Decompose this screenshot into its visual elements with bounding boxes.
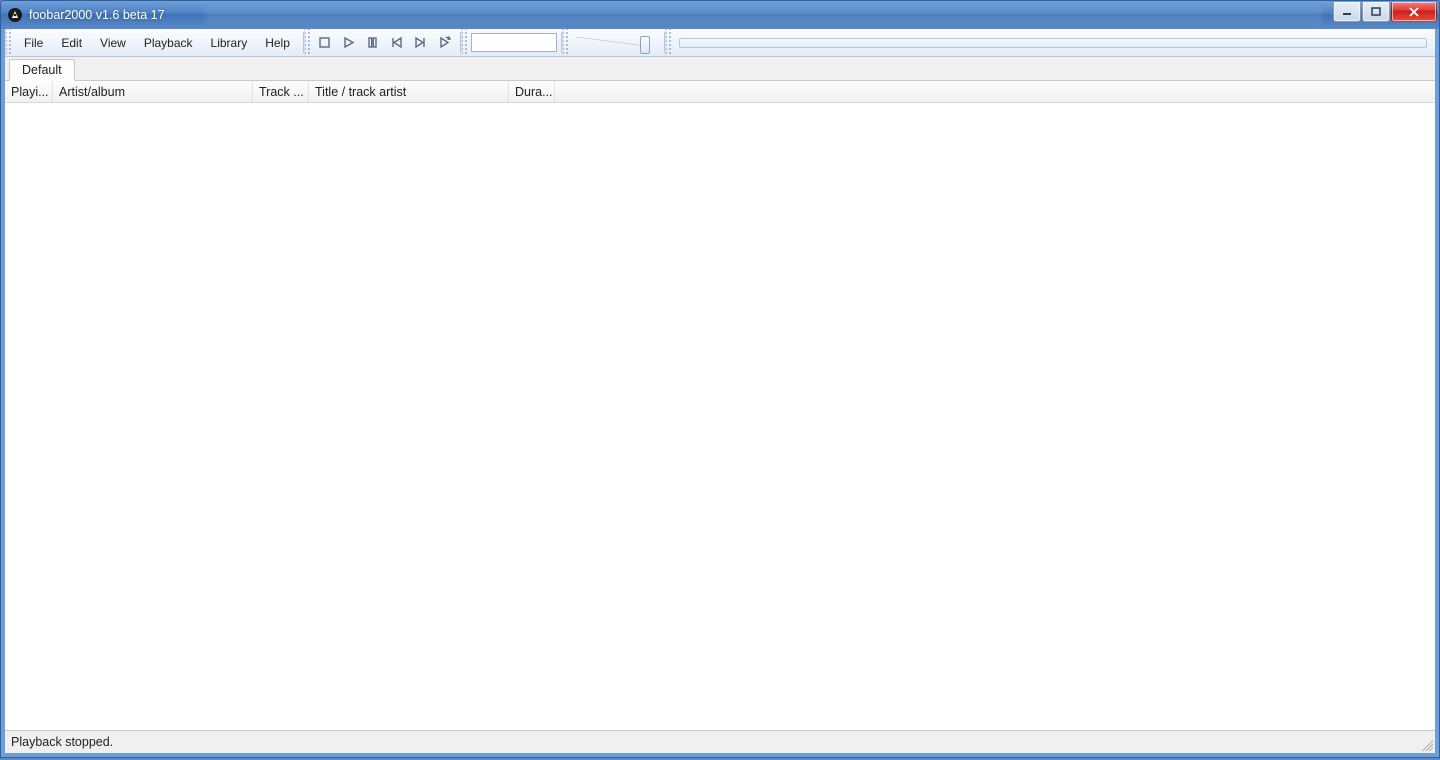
minimize-button[interactable] bbox=[1333, 2, 1361, 22]
volume-thumb[interactable] bbox=[640, 36, 650, 54]
random-button[interactable] bbox=[436, 34, 454, 52]
window-controls bbox=[1332, 2, 1437, 22]
menu-file[interactable]: File bbox=[15, 32, 52, 54]
column-track-no[interactable]: Track ... bbox=[253, 81, 309, 102]
search-input[interactable] bbox=[471, 33, 557, 52]
stop-button[interactable] bbox=[316, 34, 334, 52]
title-bar[interactable]: foobar2000 v1.6 beta 17 bbox=[1, 1, 1439, 29]
status-text: Playback stopped. bbox=[11, 735, 113, 749]
window-title: foobar2000 v1.6 beta 17 bbox=[29, 8, 165, 22]
status-bar: Playback stopped. bbox=[5, 730, 1435, 753]
seek-track bbox=[679, 38, 1427, 48]
pause-button[interactable] bbox=[364, 34, 382, 52]
menu-playback[interactable]: Playback bbox=[135, 32, 202, 54]
app-window: foobar2000 v1.6 beta 17 File Edit View P… bbox=[0, 0, 1440, 758]
column-artist-album[interactable]: Artist/album bbox=[53, 81, 253, 102]
playlist-tabs: Default bbox=[5, 57, 1435, 81]
seek-bar[interactable] bbox=[671, 29, 1435, 56]
volume-slider[interactable] bbox=[568, 29, 664, 56]
volume-slope-icon bbox=[576, 37, 646, 46]
next-button[interactable] bbox=[412, 34, 430, 52]
menu-help[interactable]: Help bbox=[256, 32, 299, 54]
app-icon bbox=[7, 7, 23, 23]
previous-button[interactable] bbox=[388, 34, 406, 52]
search-box bbox=[467, 29, 561, 56]
volume-track bbox=[576, 36, 656, 50]
playback-controls bbox=[310, 29, 460, 56]
menu-view[interactable]: View bbox=[91, 32, 135, 54]
playlist-headers: Playi... Artist/album Track ... Title / … bbox=[5, 81, 1435, 103]
menu-edit[interactable]: Edit bbox=[52, 32, 91, 54]
column-duration[interactable]: Dura... bbox=[509, 81, 555, 102]
menu-library[interactable]: Library bbox=[202, 32, 257, 54]
playlist-body[interactable] bbox=[5, 103, 1435, 730]
close-button[interactable] bbox=[1391, 2, 1437, 22]
menu-bar: File Edit View Playback Library Help bbox=[11, 29, 303, 56]
titlebar-blur bbox=[205, 6, 1322, 24]
column-playing[interactable]: Playi... bbox=[5, 81, 53, 102]
resize-grip[interactable] bbox=[1419, 737, 1433, 751]
toolbar: File Edit View Playback Library Help bbox=[5, 29, 1435, 57]
tab-default[interactable]: Default bbox=[9, 59, 75, 81]
column-title-artist[interactable]: Title / track artist bbox=[309, 81, 509, 102]
client-area: File Edit View Playback Library Help bbox=[1, 29, 1439, 757]
play-button[interactable] bbox=[340, 34, 358, 52]
maximize-button[interactable] bbox=[1362, 2, 1390, 22]
